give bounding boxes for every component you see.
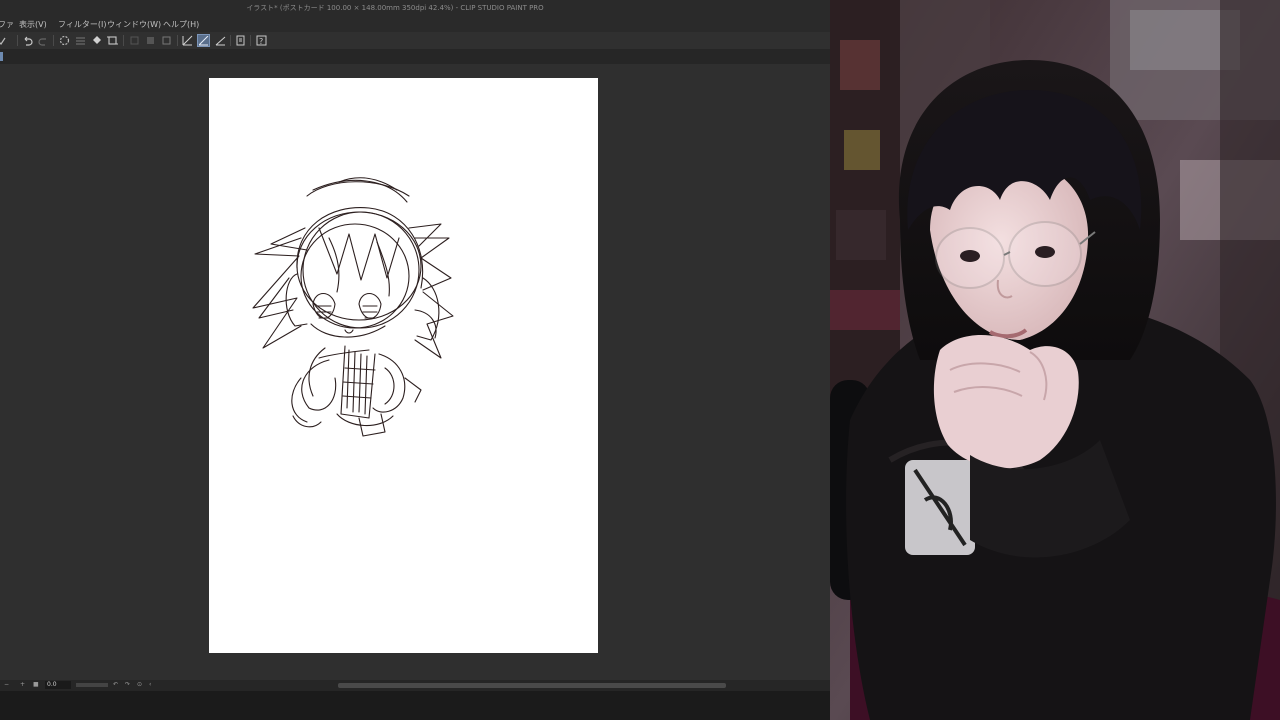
zoom-in-icon[interactable]: + <box>20 681 25 688</box>
transform-icon[interactable] <box>160 34 173 47</box>
pen-stroke-alt-icon[interactable] <box>214 34 227 47</box>
save-icon[interactable] <box>0 34 8 47</box>
fill-bucket-icon[interactable] <box>90 34 103 47</box>
flip-icon[interactable]: ‹ <box>149 681 151 688</box>
pen-stroke-icon[interactable] <box>181 34 194 47</box>
tool-property-strip <box>0 49 830 64</box>
redo-icon[interactable] <box>37 34 50 47</box>
rotate-right-icon[interactable]: ↷ <box>125 681 130 688</box>
fill-icon[interactable] <box>144 34 157 47</box>
taskbar-strip <box>0 691 830 720</box>
title-bar: イラスト* (ポストカード 100.00 × 148.00mm 350dpi 4… <box>0 0 830 16</box>
status-bar: − + ■ 0.0 ↶ ↷ ⊙ ‹ <box>0 680 830 691</box>
undo-icon[interactable] <box>21 34 34 47</box>
pen-stroke-active-icon[interactable] <box>197 34 210 47</box>
rotate-left-icon[interactable]: ↶ <box>113 681 118 688</box>
help-icon[interactable]: ? <box>255 34 268 47</box>
clip-studio-window: イラスト* (ポストカード 100.00 × 148.00mm 350dpi 4… <box>0 0 830 720</box>
menu-view[interactable]: 表示(V) <box>19 19 47 30</box>
toolbar-separator <box>17 35 18 46</box>
layer-list-icon[interactable] <box>74 34 87 47</box>
zoom-input[interactable]: 0.0 <box>45 681 71 689</box>
menu-help[interactable]: ヘルプ(H) <box>163 19 199 30</box>
command-bar: ? <box>0 32 830 50</box>
toolbar-separator <box>177 35 178 46</box>
menu-file[interactable]: ファ <box>0 19 14 30</box>
toolbar-separator <box>250 35 251 46</box>
reset-rotation-icon[interactable]: ⊙ <box>137 681 142 688</box>
menu-filter[interactable]: フィルター(I) <box>58 19 106 30</box>
toolbar-separator <box>123 35 124 46</box>
svg-text:?: ? <box>259 37 263 46</box>
layer-property-icon[interactable] <box>234 34 247 47</box>
zoom-out-icon[interactable]: − <box>4 681 9 688</box>
horizontal-scrollbar[interactable] <box>338 683 726 688</box>
menu-window[interactable]: ウィンドウ(W) <box>107 19 161 30</box>
window-title: イラスト* (ポストカード 100.00 × 148.00mm 350dpi 4… <box>246 4 544 12</box>
menu-bar: ファ 表示(V) フィルター(I) ウィンドウ(W) ヘルプ(H) <box>0 16 830 32</box>
clear-icon[interactable] <box>128 34 141 47</box>
toolbar-separator <box>230 35 231 46</box>
active-indicator <box>0 52 3 61</box>
canvas-area[interactable] <box>0 64 830 680</box>
crop-icon[interactable] <box>106 34 119 47</box>
webcam-image <box>830 0 1280 720</box>
zoom-slider[interactable] <box>76 683 108 687</box>
drawing-page[interactable] <box>209 78 598 653</box>
webcam-feed <box>830 0 1280 720</box>
loading-spinner-icon[interactable] <box>58 34 71 47</box>
toolbar-separator <box>53 35 54 46</box>
chibi-sketch <box>252 177 454 437</box>
fit-icon[interactable]: ■ <box>33 681 39 688</box>
